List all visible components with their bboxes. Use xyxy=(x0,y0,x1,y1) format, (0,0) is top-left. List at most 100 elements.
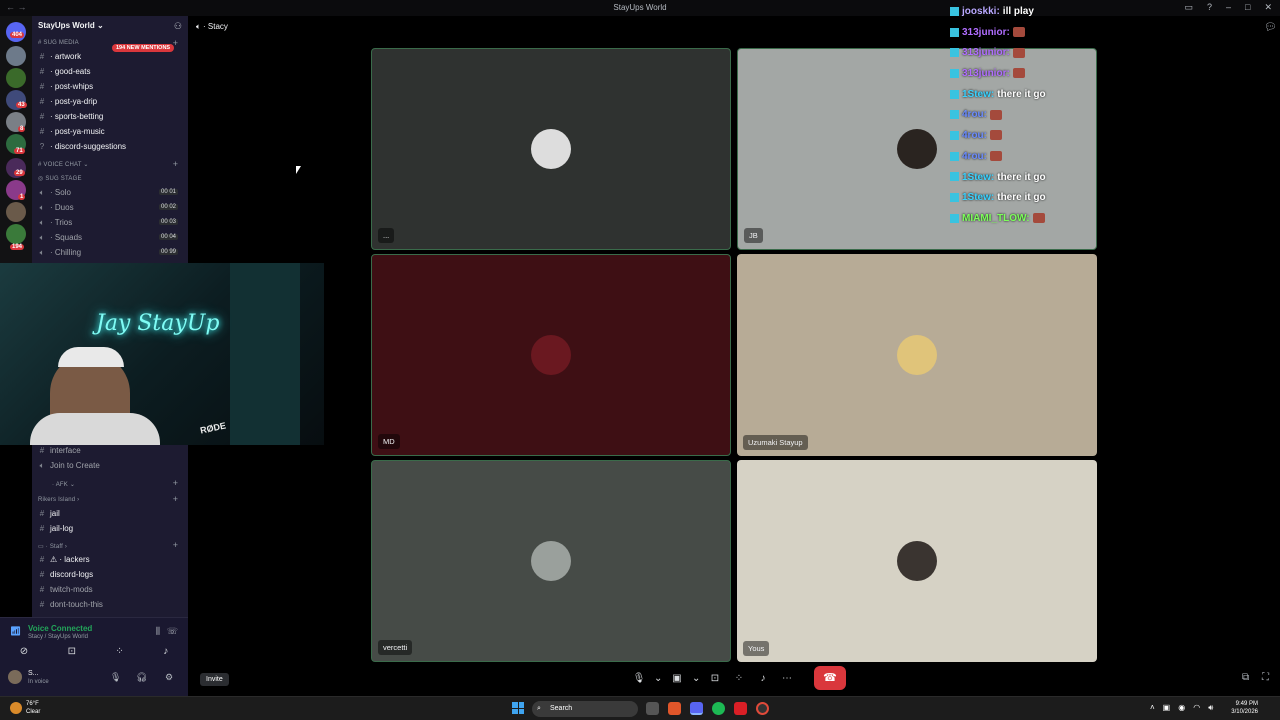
soundboard-icon[interactable]: ♪ xyxy=(754,673,772,684)
channel-jail[interactable]: # jail xyxy=(38,509,60,521)
chat-message: 1Stew: there it go xyxy=(950,170,1100,191)
minimize-button[interactable]: – xyxy=(1226,2,1231,13)
voice-channel-chilling[interactable]: 🔈︎ · Chilling xyxy=(38,248,82,260)
chat-username[interactable]: 313junior: xyxy=(962,27,1010,38)
avatar[interactable] xyxy=(8,670,22,684)
chat-username[interactable]: 313junior: xyxy=(962,47,1010,58)
microphone-icon[interactable]: 🎙︎ xyxy=(630,673,648,684)
channel-discord-suggestions[interactable]: ? · discord-suggestions xyxy=(38,142,126,154)
help-icon[interactable]: ? xyxy=(1207,2,1212,13)
channel-post-ya-drip[interactable]: # · post-ya-drip xyxy=(38,97,97,109)
channel-join-to-create[interactable]: 🔈︎ Join to Create xyxy=(38,461,100,473)
task-view-icon[interactable] xyxy=(646,702,659,715)
participant-tile[interactable]: Uzumaki Stayup xyxy=(737,254,1097,456)
channel-discord-logs[interactable]: # discord-logs xyxy=(38,570,93,582)
weather-widget[interactable]: 76°F Clear xyxy=(26,700,40,716)
add-channel-icon[interactable]: + xyxy=(173,159,178,169)
participant-tile[interactable]: Yous xyxy=(737,460,1097,662)
add-channel-icon[interactable]: + xyxy=(173,494,178,504)
channel-good-eats[interactable]: # · good-eats xyxy=(38,67,91,79)
spotify-icon[interactable] xyxy=(712,702,725,715)
add-channel-icon[interactable]: + xyxy=(173,478,178,488)
close-button[interactable]: ✕ xyxy=(1264,2,1272,13)
channel-post-ya-music[interactable]: # · post-ya-music xyxy=(38,127,105,139)
chat-username[interactable]: 4rou: xyxy=(962,109,987,120)
camera-icon[interactable]: ▣ xyxy=(668,673,686,684)
chat-username[interactable]: jooskki: xyxy=(962,6,1000,17)
activities-icon[interactable]: ⁘ xyxy=(115,646,123,657)
server-icon[interactable] xyxy=(6,46,26,66)
add-channel-icon[interactable]: + xyxy=(173,540,178,550)
chevron-down-icon[interactable]: ⌄ xyxy=(654,673,662,684)
user-name[interactable]: S... xyxy=(28,670,39,677)
chat-username[interactable]: 313junior: xyxy=(962,68,1010,79)
category-media[interactable]: # SUG MEDIA xyxy=(38,40,79,46)
participant-name: JB xyxy=(744,228,763,243)
chat-icon[interactable]: 💬︎ xyxy=(1264,22,1277,33)
voice-status-title[interactable]: Voice Connected xyxy=(28,624,92,633)
mentions-badge[interactable]: 194 NEW MENTIONS xyxy=(112,44,175,52)
camera-off-icon[interactable]: ⊘ xyxy=(20,646,28,657)
chat-username[interactable]: 4rou: xyxy=(962,151,987,162)
channel-post-whips[interactable]: # · post-whips xyxy=(38,82,93,94)
category-voice[interactable]: # VOICE CHAT ⌄ xyxy=(38,161,89,168)
voice-channel-duos[interactable]: 🔈︎ · Duos xyxy=(38,203,74,215)
invite-button[interactable]: Invite xyxy=(200,673,229,686)
participant-tile[interactable]: vercetti xyxy=(371,460,731,662)
settings-icon[interactable]: ⚙ xyxy=(165,672,173,683)
chat-username[interactable]: 4rou: xyxy=(962,130,987,141)
participant-tile[interactable]: ... xyxy=(371,48,731,250)
chat-username[interactable]: MIAMI_TLOW: xyxy=(962,213,1030,224)
noise-suppression-icon[interactable]: ⫼ xyxy=(156,626,160,637)
participant-tile[interactable]: MD xyxy=(371,254,731,456)
chevron-down-icon[interactable]: ⌄ xyxy=(692,673,700,684)
more-icon[interactable]: ⋯ xyxy=(778,673,796,684)
channel-jail-log[interactable]: # jail-log xyxy=(38,524,73,536)
voice-status-subtitle[interactable]: Stacy / StayUps World xyxy=(28,634,88,640)
voice-channel-solo[interactable]: 🔈︎ · Solo xyxy=(38,188,71,200)
channel-lackers[interactable]: # ⚠ · lackers xyxy=(38,555,90,567)
chat-username[interactable]: 1Stew: xyxy=(962,192,994,203)
channel-sports-betting[interactable]: # · sports-betting xyxy=(38,112,104,124)
server-icon[interactable] xyxy=(6,202,26,222)
adobe-icon[interactable] xyxy=(734,702,747,715)
category-rikers-island[interactable]: Rikers Island › xyxy=(38,497,79,503)
popout-icon[interactable]: ⧉ xyxy=(1242,672,1249,683)
voice-channel-squads[interactable]: 🔈︎ · Squads xyxy=(38,233,82,245)
taskbar-search[interactable]: ⌕ Search xyxy=(532,701,638,717)
microphone-icon[interactable]: 🎙︎ xyxy=(110,672,121,683)
channel-interface[interactable]: # interface xyxy=(38,446,81,458)
system-tray[interactable]: ˄ ▣ ◉ ◠ 🔊︎ xyxy=(1150,703,1213,713)
fullscreen-icon[interactable]: ⛶ xyxy=(1262,672,1269,683)
category-afk[interactable]: · AFK ⌄ xyxy=(52,481,75,488)
channel-artwork[interactable]: # · artwork xyxy=(38,52,81,64)
chat-username[interactable]: 1Stew: xyxy=(962,172,994,183)
soundboard-icon[interactable]: ♪ xyxy=(163,646,168,657)
screen-share-icon[interactable]: ⊡ xyxy=(706,673,724,684)
headphones xyxy=(58,347,124,367)
obs-icon[interactable] xyxy=(756,702,769,715)
server-name[interactable]: StayUps World ⌄ xyxy=(38,21,104,30)
disconnect-icon[interactable]: ☏ xyxy=(167,626,178,637)
server-icon[interactable] xyxy=(6,224,26,244)
brave-icon[interactable] xyxy=(668,702,681,715)
add-friend-icon[interactable]: ⚇ xyxy=(174,21,182,32)
start-icon[interactable] xyxy=(512,702,524,714)
chat-username[interactable]: 1Stew: xyxy=(962,89,994,100)
headphones-icon[interactable]: 🎧︎ xyxy=(136,672,147,683)
category-staff[interactable]: ▭ · Staff › xyxy=(38,543,67,550)
discord-icon[interactable] xyxy=(690,702,703,715)
inbox-icon[interactable]: ▭ xyxy=(1184,2,1193,13)
clock[interactable]: 9:49 PM 3/10/2026 xyxy=(1231,700,1258,716)
weather-icon[interactable] xyxy=(10,702,22,714)
activities-icon[interactable]: ⁘ xyxy=(730,673,748,684)
voice-channel-trios[interactable]: 🔈︎ · Trios xyxy=(38,218,73,230)
channel-dont-touch-this[interactable]: # dont-touch-this xyxy=(38,600,103,612)
channel-twitch-mods[interactable]: # twitch-mods xyxy=(38,585,93,597)
server-icon[interactable] xyxy=(6,68,26,88)
maximize-button[interactable]: □ xyxy=(1245,2,1250,13)
rail-badge: 194 xyxy=(10,244,25,250)
end-call-button[interactable]: ☎ xyxy=(814,666,846,690)
screen-share-icon[interactable]: ⊡ xyxy=(68,646,76,657)
stage-channel[interactable]: ◎ SUG STAGE xyxy=(38,175,82,182)
